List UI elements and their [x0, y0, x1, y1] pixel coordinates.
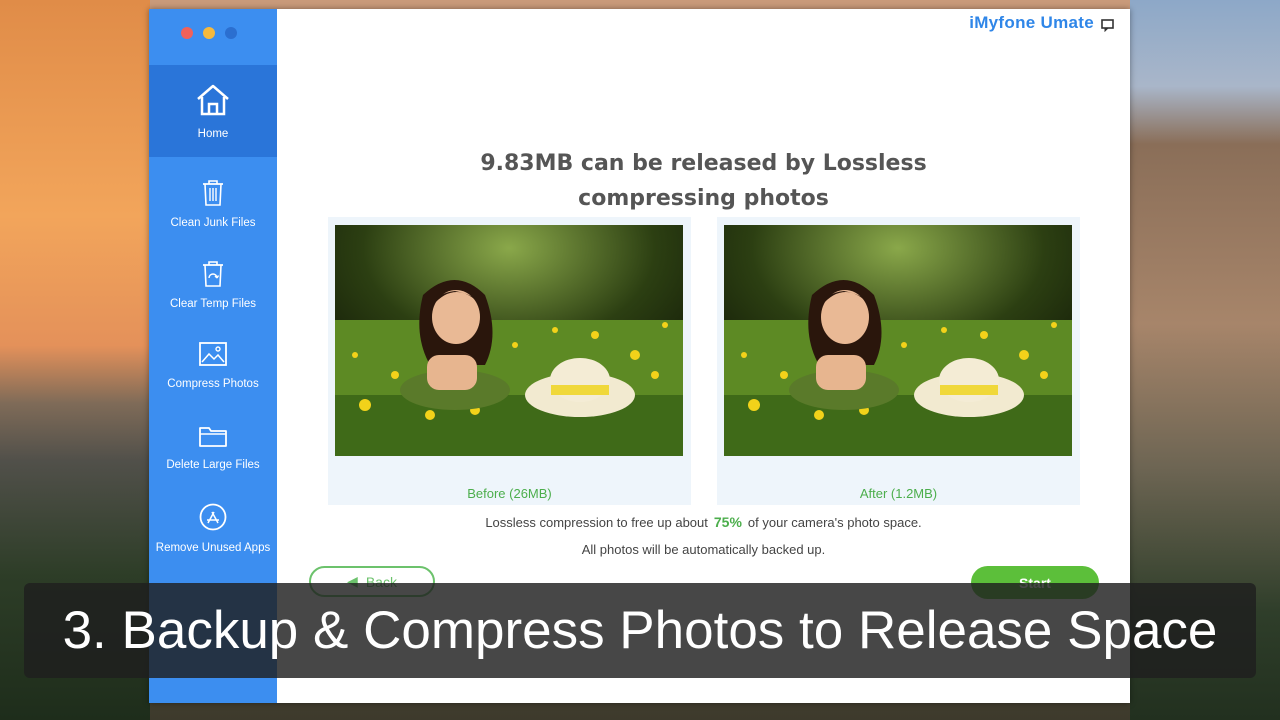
feedback-icon[interactable]: [1101, 19, 1114, 32]
sidebar-item-label: Remove Unused Apps: [155, 542, 271, 554]
photo-icon: [199, 342, 227, 366]
sidebar-item-label: Delete Large Files: [166, 459, 260, 471]
compression-info: Lossless compression to free up about 75%…: [277, 514, 1130, 530]
minimize-window-button[interactable]: [203, 27, 215, 39]
app-store-icon: [199, 503, 227, 531]
percent-value: 75%: [713, 514, 742, 530]
folder-icon: [199, 427, 227, 447]
after-panel: After (1.2MB): [717, 217, 1080, 505]
sidebar-item-compress-photos[interactable]: Compress Photos: [149, 319, 277, 411]
zoom-window-button[interactable]: [225, 27, 237, 39]
before-caption: Before (26MB): [467, 486, 552, 501]
temp-trash-icon: [203, 261, 223, 287]
after-caption: After (1.2MB): [859, 486, 938, 501]
title-line-2: compressing photos: [578, 186, 829, 211]
sidebar-item-home[interactable]: Home: [149, 65, 277, 157]
app-brand: iMyfone Umate: [969, 13, 1094, 32]
sidebar-item-label: Clear Temp Files: [169, 298, 257, 310]
video-caption-text: 3. Backup & Compress Photos to Release S…: [62, 601, 1218, 660]
sidebar-item-remove-unused-apps[interactable]: Remove Unused Apps: [149, 482, 277, 574]
before-panel: Before (26MB): [328, 217, 691, 505]
page-title: 9.83MB can be released by Lossless compr…: [277, 146, 1130, 216]
backup-info: All photos will be automatically backed …: [581, 542, 826, 557]
sidebar-item-label: Clean Junk Files: [170, 217, 256, 229]
title-line-1: 9.83MB can be released by Lossless: [480, 151, 927, 176]
close-window-button[interactable]: [181, 27, 193, 39]
after-photo: [724, 225, 1072, 456]
trash-icon: [203, 180, 223, 206]
info-suffix: of your camera's photo space.: [747, 515, 922, 530]
sidebar-item-delete-large-files[interactable]: Delete Large Files: [149, 401, 277, 493]
sidebar-item-clean-junk-files[interactable]: Clean Junk Files: [149, 157, 277, 249]
sidebar-item-clear-temp-files[interactable]: Clear Temp Files: [149, 238, 277, 330]
info-prefix: Lossless compression to free up about: [485, 515, 708, 530]
after-photo-image: [724, 225, 1072, 456]
before-photo-image: [335, 225, 683, 456]
video-caption-overlay: 3. Backup & Compress Photos to Release S…: [24, 583, 1256, 678]
sidebar-item-label: Home: [197, 128, 229, 140]
before-photo: [335, 225, 683, 456]
sidebar-item-label: Compress Photos: [167, 378, 259, 390]
window-controls: [181, 27, 237, 39]
home-icon: [197, 84, 229, 116]
